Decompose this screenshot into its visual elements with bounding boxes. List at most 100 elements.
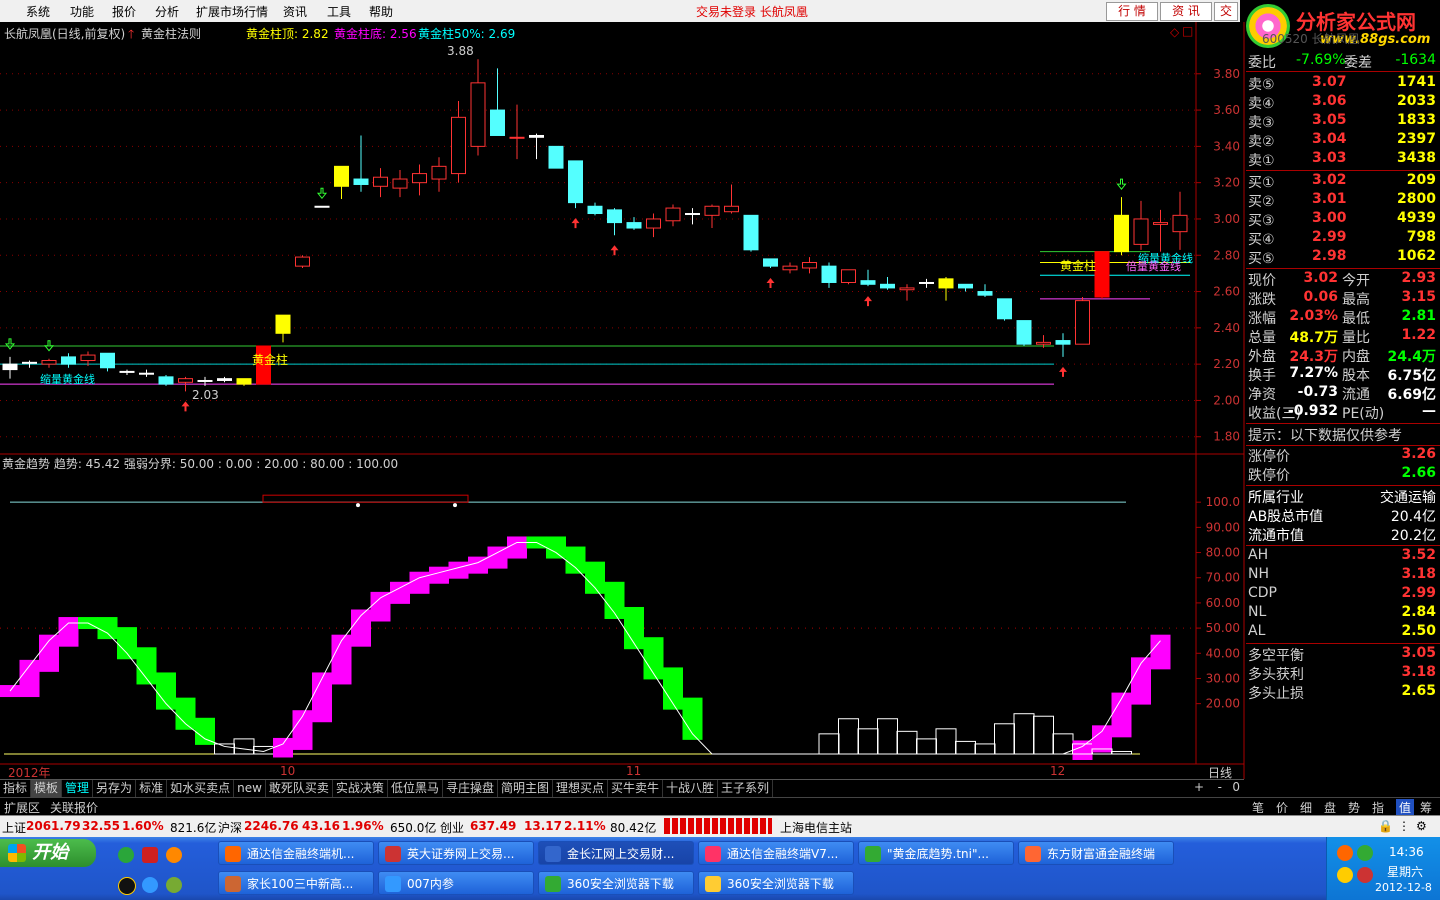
formula-tab[interactable]: 十战八胜 (663, 780, 719, 797)
formula-tab[interactable]: 另存为 (93, 780, 137, 797)
quicklaunch-ie2-icon[interactable] (142, 877, 158, 893)
formula-tab[interactable]: 如水买卖点 (167, 780, 235, 797)
taskbar-window-button[interactable]: 360安全浏览器下载 (698, 871, 854, 895)
tray-alert-icon[interactable] (1357, 867, 1373, 883)
taskbar-window-button[interactable]: 360安全浏览器下载 (538, 871, 694, 895)
panel-tab[interactable]: 筹 (1420, 799, 1432, 816)
tray-volume-icon[interactable] (1337, 867, 1353, 883)
pivot-row: NH 3.18 (1246, 566, 1438, 585)
trade-quick-button[interactable]: 交 (1214, 2, 1238, 21)
taskbar-window-button[interactable]: 金长江网上交易财... (538, 841, 694, 865)
tray-safe-icon[interactable] (1357, 845, 1373, 861)
trend-block (546, 536, 566, 559)
buy-level-row-label: 买③ (1248, 213, 1275, 229)
formula-tab[interactable]: 指标 (0, 780, 32, 797)
menu-function[interactable]: 功能 (70, 3, 94, 20)
panel-tab[interactable]: 盘 (1324, 799, 1336, 816)
tip-row: 提示：以下数据仅供参考 (1246, 425, 1438, 444)
start-button[interactable]: 开始 (0, 839, 96, 867)
menu-help[interactable]: 帮助 (369, 3, 393, 20)
formula-tab[interactable]: 低位黑马 (388, 780, 443, 797)
candle-body (665, 207, 681, 222)
quicklaunch-qq-icon[interactable] (118, 877, 136, 895)
tray-360-icon[interactable] (1337, 845, 1353, 861)
menu-tools[interactable]: 工具 (327, 3, 351, 20)
price-tick-label: 3.00 (1213, 212, 1240, 226)
panel-tab[interactable]: 值 (1396, 799, 1415, 816)
candle-body (490, 109, 505, 136)
taskbar-window-button[interactable]: 007内参 (378, 871, 534, 895)
formula-tab[interactable]: 模板 (31, 780, 63, 797)
info-label: AB股总市值 (1248, 509, 1324, 525)
trend-block (117, 627, 137, 660)
formula-tab[interactable]: 管理 (62, 780, 94, 797)
diamond-icon[interactable]: ◇ (1170, 25, 1179, 39)
pivot-label: CDP (1248, 585, 1277, 601)
quote-quick-button[interactable]: 行 情 (1106, 2, 1158, 21)
close-chart-icon[interactable]: □ (1182, 24, 1193, 38)
candle-body (197, 379, 213, 382)
taskbar-window-button[interactable]: 英大证券网上交易... (378, 841, 534, 865)
buy-level-row-volume: 2800 (1397, 191, 1436, 207)
candle-body (353, 178, 369, 185)
formula-tab[interactable]: 简明主图 (498, 780, 553, 797)
formula-tab[interactable]: 敢死队买卖 (266, 780, 333, 797)
panel-tab[interactable]: 细 (1300, 799, 1312, 816)
chart-area[interactable]: 3.80 3.60 3.40 3.20 3.00 2.80 2.60 2.40 2.20 2.00… (0, 22, 1246, 779)
formula-tab[interactable]: 寻庄操盘 (443, 780, 498, 797)
windows-taskbar: 开始 通达信金融终端机... 英大证券网上交易... 金长江网上交易财... 通达信金… (0, 837, 1440, 900)
add-tab-icon[interactable]: + (1194, 780, 1204, 794)
buy-level-row-label: 买① (1248, 175, 1275, 191)
candle-body (1055, 340, 1071, 345)
signal-icon[interactable]: ⋮ (1398, 819, 1410, 833)
panel-tab[interactable]: 价 (1276, 799, 1288, 816)
lock-icon[interactable]: 🔒 (1378, 819, 1393, 833)
panel-tab[interactable]: 笔 (1252, 799, 1264, 816)
menu-news[interactable]: 资讯 (283, 3, 307, 20)
sell-level-row-volume: 1833 (1397, 112, 1436, 128)
menu-extended-market[interactable]: 扩展市场行情 (196, 3, 268, 20)
candle-body (704, 205, 720, 216)
balance-row: 多头止损 2.65 (1246, 683, 1438, 702)
settings-icon[interactable]: ⚙ (1416, 819, 1427, 833)
formula-tab[interactable]: 理想买点 (553, 780, 608, 797)
divider (1246, 170, 1440, 171)
quicklaunch-app-icon[interactable] (142, 847, 158, 863)
formula-tab[interactable]: new (234, 780, 266, 797)
candle-body (977, 291, 993, 296)
taskbar-window-button[interactable]: 东方财富通金融终端 (1018, 841, 1174, 865)
extension-area-tab[interactable]: 扩展区 (4, 799, 40, 816)
news-quick-button[interactable]: 资 讯 (1160, 2, 1212, 21)
candle-body (431, 165, 447, 180)
clock-time[interactable]: 14:36 (1389, 845, 1424, 859)
zero-tab-icon[interactable]: 0 (1232, 780, 1240, 794)
formula-tab[interactable]: 王子系列 (718, 780, 774, 797)
price-tick-label: 3.40 (1213, 139, 1240, 153)
taskbar-window-button[interactable]: 通达信金融终端V7... (698, 841, 854, 865)
taskbar-window-button[interactable]: 家长100三中新高... (218, 871, 374, 895)
stat-value: -0.73 (1297, 384, 1338, 400)
candle-body (529, 134, 544, 138)
quicklaunch-tool-icon[interactable] (166, 877, 182, 893)
taskbar-window-button[interactable]: 通达信金融终端机... (218, 841, 374, 865)
menu-quote[interactable]: 报价 (112, 3, 136, 20)
related-quote-tab[interactable]: 关联报价 (50, 799, 98, 816)
extension-bar: 扩展区 关联报价 笔价细盘势指值筹 (0, 797, 1440, 816)
server-station[interactable]: 上海电信主站 (780, 819, 852, 836)
candle-body (1094, 251, 1110, 298)
formula-tab[interactable]: 标准 (136, 780, 168, 797)
menu-system[interactable]: 系统 (26, 3, 50, 20)
panel-tab[interactable]: 指 (1372, 799, 1384, 816)
quicklaunch-browser-icon[interactable] (166, 847, 182, 863)
quicklaunch-ie-icon[interactable] (118, 847, 134, 863)
hs-index-pct: 1.96% (342, 819, 384, 833)
formula-tab[interactable]: 实战决策 (333, 780, 388, 797)
panel-tab[interactable]: 势 (1348, 799, 1360, 816)
remove-tab-icon[interactable]: - (1218, 780, 1222, 794)
menu-analysis[interactable]: 分析 (155, 3, 179, 20)
formula-tab[interactable]: 买牛卖牛 (608, 780, 664, 797)
taskbar-window-button[interactable]: "黄金底趋势.tni"... (858, 841, 1014, 865)
price-tick-label: 2.00 (1213, 393, 1240, 407)
indicator-tick-label: 50.00 (1206, 621, 1240, 635)
stat-value: — (1422, 403, 1436, 419)
